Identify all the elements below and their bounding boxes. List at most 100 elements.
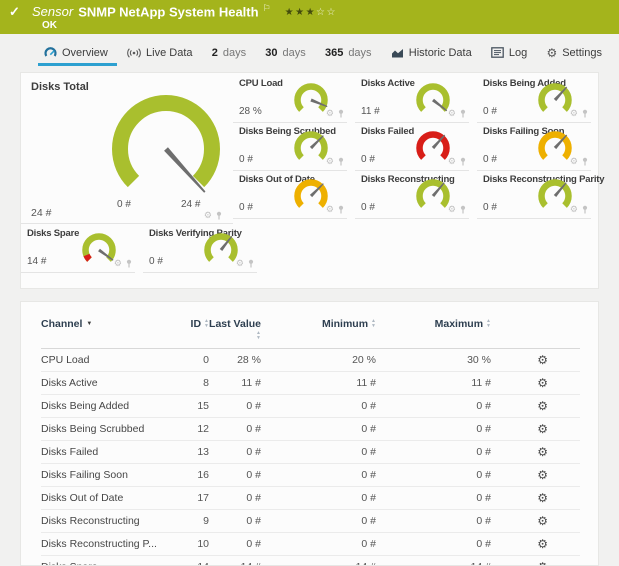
channel-settings-icon[interactable]: ⚙	[537, 514, 548, 528]
tab-30-days[interactable]: 30 days	[259, 42, 315, 66]
table-header-row: Channel▼ ID▲▼ Last Value▲▼ Minimum▲▼ Max…	[41, 302, 580, 349]
pin-icon[interactable]	[581, 157, 589, 166]
gauge-tile-disks-failing-soon: Disks Failing Soon 0 # ⚙	[477, 123, 591, 171]
channel-settings-icon[interactable]: ⚙	[537, 399, 548, 413]
channel-id: 10	[173, 533, 209, 556]
star-empty-icon[interactable]: ☆	[327, 7, 337, 18]
gear-icon[interactable]: ⚙	[448, 205, 456, 214]
flag-icon[interactable]: ⚐	[263, 3, 271, 13]
pin-icon[interactable]	[125, 259, 133, 268]
tab-label: days	[283, 47, 306, 59]
star-filled-icon[interactable]: ★	[285, 7, 295, 18]
channel-name[interactable]: Disks Failed	[41, 441, 173, 464]
pin-icon[interactable]	[459, 205, 467, 214]
gear-icon[interactable]: ⚙	[570, 157, 578, 166]
priority-stars[interactable]: ★★★☆☆	[285, 7, 337, 18]
channel-name[interactable]: Disks Out of Date	[41, 487, 173, 510]
star-filled-icon[interactable]: ★	[295, 7, 305, 18]
tab-number: 2	[212, 47, 218, 59]
prtg-sensor-page: ✓ SensorSNMP NetApp System Health⚐★★★☆☆ …	[0, 0, 619, 566]
tab-historic-data[interactable]: Historic Data	[385, 42, 481, 66]
table-row: Disks Failing Soon 16 0 # 0 # 0 # ⚙	[41, 464, 580, 487]
gauge-value: 0 #	[361, 154, 375, 165]
channel-settings-icon[interactable]: ⚙	[537, 422, 548, 436]
gauge-tile-disks-being-added: Disks Being Added 0 # ⚙	[477, 75, 591, 123]
star-empty-icon[interactable]: ☆	[316, 7, 326, 18]
channels-table: Channel▼ ID▲▼ Last Value▲▼ Minimum▲▼ Max…	[41, 302, 580, 566]
tab-settings[interactable]: ⚙ Settings	[540, 42, 611, 66]
gear-icon[interactable]: ⚙	[114, 259, 122, 268]
col-maximum[interactable]: Maximum▲▼	[376, 302, 491, 349]
gauge-tile-disks-active: Disks Active 11 # ⚙	[355, 75, 469, 123]
gear-icon[interactable]: ⚙	[448, 157, 456, 166]
channel-name[interactable]: Disks Reconstructing	[41, 510, 173, 533]
channel-last-value: 14 #	[209, 556, 261, 566]
pin-icon[interactable]	[337, 157, 345, 166]
gauge-tile-cpu-load: CPU Load 28 % ⚙	[233, 75, 347, 123]
channel-name[interactable]: Disks Failing Soon	[41, 464, 173, 487]
table-row: Disks Active 8 11 # 11 # 11 # ⚙	[41, 372, 580, 395]
tab-number: 365	[325, 47, 343, 59]
channel-name[interactable]: Disks Being Scrubbed	[41, 418, 173, 441]
channel-minimum: 11 #	[261, 372, 376, 395]
star-filled-icon[interactable]: ★	[306, 7, 316, 18]
tab-label: Settings	[562, 47, 602, 59]
gear-icon[interactable]: ⚙	[204, 211, 212, 220]
sensor-status-badge: OK	[42, 20, 619, 31]
tab-overview[interactable]: Overview	[38, 42, 117, 66]
gear-icon[interactable]: ⚙	[448, 109, 456, 118]
gauge-title: Disks Spare	[27, 228, 79, 239]
object-kind-label: Sensor	[32, 4, 73, 19]
gear-icon[interactable]: ⚙	[570, 205, 578, 214]
status-check-icon: ✓	[9, 4, 20, 20]
pin-icon[interactable]	[247, 259, 255, 268]
gear-icon[interactable]: ⚙	[236, 259, 244, 268]
pin-icon[interactable]	[459, 109, 467, 118]
channel-id: 14	[173, 556, 209, 566]
tab-live-data[interactable]: Live Data	[121, 42, 201, 66]
channel-settings-icon[interactable]: ⚙	[537, 468, 548, 482]
channel-settings-icon[interactable]: ⚙	[537, 376, 548, 390]
col-id[interactable]: ID▲▼	[173, 302, 209, 349]
gauge-tile-disks-verifying-parity: Disks Verifying Parity 0 # ⚙	[143, 225, 257, 273]
gear-icon[interactable]: ⚙	[326, 109, 334, 118]
gauge-title: CPU Load	[239, 78, 283, 89]
channel-name[interactable]: Disks Active	[41, 372, 173, 395]
pin-icon[interactable]	[581, 205, 589, 214]
chart-icon	[391, 47, 404, 59]
gear-icon[interactable]: ⚙	[326, 157, 334, 166]
channel-name[interactable]: Disks Being Added	[41, 395, 173, 418]
channel-name[interactable]: Disks Reconstructing P...	[41, 533, 173, 556]
gear-icon[interactable]: ⚙	[570, 109, 578, 118]
channel-actions: ⚙	[491, 349, 580, 372]
pin-icon[interactable]	[581, 109, 589, 118]
gear-icon[interactable]: ⚙	[326, 205, 334, 214]
gauge-value: 14 #	[27, 256, 46, 267]
channel-name[interactable]: Disks Spare	[41, 556, 173, 566]
tab-365-days[interactable]: 365 days	[319, 42, 381, 66]
pin-icon[interactable]	[337, 205, 345, 214]
tab-number: 30	[265, 47, 277, 59]
gauge-value: 0 #	[361, 202, 375, 213]
pin-icon[interactable]	[337, 109, 345, 118]
channel-maximum: 0 #	[376, 533, 491, 556]
channel-maximum: 30 %	[376, 349, 491, 372]
channel-actions: ⚙	[491, 556, 580, 566]
tab-log[interactable]: Log	[485, 42, 536, 66]
tab-2-days[interactable]: 2 days	[206, 42, 255, 66]
col-channel[interactable]: Channel▼	[41, 302, 173, 349]
channel-settings-icon[interactable]: ⚙	[537, 491, 548, 505]
pin-icon[interactable]	[215, 211, 223, 220]
gauge-tile-disks-reconstructing: Disks Reconstructing 0 # ⚙	[355, 171, 469, 219]
channel-name[interactable]: CPU Load	[41, 349, 173, 372]
channel-settings-icon[interactable]: ⚙	[537, 353, 548, 367]
pin-icon[interactable]	[459, 157, 467, 166]
channel-last-value: 11 #	[209, 372, 261, 395]
col-last-value[interactable]: Last Value▲▼	[209, 302, 261, 349]
gauge-value: 24 #	[31, 207, 51, 219]
channel-settings-icon[interactable]: ⚙	[537, 537, 548, 551]
col-minimum[interactable]: Minimum▲▼	[261, 302, 376, 349]
channel-settings-icon[interactable]: ⚙	[537, 445, 548, 459]
sensor-title-line: SensorSNMP NetApp System Health⚐★★★☆☆	[32, 3, 619, 19]
channel-settings-icon[interactable]: ⚙	[537, 560, 548, 566]
